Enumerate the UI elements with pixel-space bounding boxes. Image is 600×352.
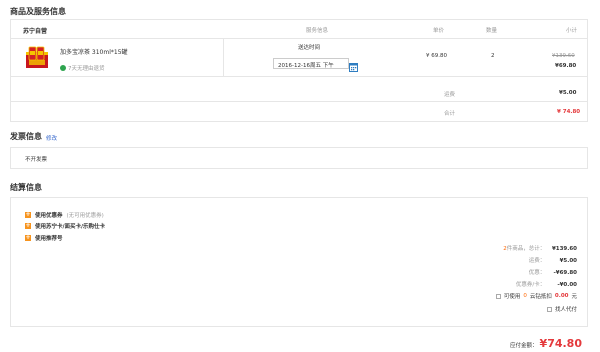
return-check-icon — [60, 65, 66, 71]
cloud-prefix: 可使用 — [503, 294, 521, 300]
shipping-label: 运费 — [444, 92, 456, 98]
unit-price: ¥ 69.80 — [426, 53, 447, 59]
original-subtotal: ¥139.60 — [552, 53, 575, 59]
return-policy-text: 7天无理由退货 — [68, 66, 105, 72]
product-name[interactable]: 加多宝凉茶 310ml*15罐 — [60, 47, 128, 56]
summary-goods-value: ¥139.60 — [551, 246, 577, 252]
delivery-date-field[interactable]: 2016-12-16周五 下午 — [273, 58, 349, 69]
card-option-label: 使用苏宁卡/面买卡/乐购仕卡 — [35, 224, 106, 230]
row-divider — [11, 38, 587, 39]
summary-shipping: 运费： ¥5.00 — [529, 256, 577, 264]
coupon-option[interactable]: + 使用优惠券 (无可用优惠券) — [25, 211, 104, 219]
cloud-diamond-checkbox[interactable] — [495, 293, 501, 299]
summary-coupon: 优惠券/卡： -¥0.00 — [516, 280, 577, 288]
calendar-icon[interactable] — [349, 58, 358, 72]
shipping-value: ¥5.00 — [559, 90, 577, 96]
payable-label: 应付金额： — [510, 343, 538, 349]
summary-discount: 优惠： -¥69.80 — [529, 268, 577, 276]
col-qty: 数量 — [486, 28, 498, 34]
settlement-section-title: 结算信息 — [10, 183, 42, 192]
seller-name: 苏宁自营 — [23, 28, 48, 35]
invoice-edit-link[interactable]: 修改 — [46, 134, 57, 142]
row-divider — [11, 101, 587, 102]
referral-option[interactable]: + 使用推荐号 — [25, 234, 63, 242]
cloud-count: 0 — [523, 293, 527, 299]
expand-plus-icon: + — [25, 234, 31, 241]
goods-table: 苏宁自营 服务信息 单价 数量 小计 加多宝凉茶 310ml*15罐 7天无理由… — [10, 19, 588, 122]
cloud-mid: 云钻抵扣 — [529, 294, 552, 300]
summary-discount-label: 优惠： — [528, 270, 546, 276]
cloud-value: 0.00 — [554, 293, 569, 299]
col-price: 单价 — [433, 28, 445, 34]
row-divider — [11, 76, 587, 77]
summary-goods-label: 件商品，总计： — [506, 246, 546, 252]
expand-plus-icon: + — [25, 211, 31, 218]
proxy-pay-label: 找人代付 — [554, 307, 577, 313]
cloud-diamond-row: 可使用 0 云钻抵扣 0.00 元 — [495, 292, 577, 300]
summary-shipping-value: ¥5.00 — [559, 258, 577, 264]
summary-coupon-value: -¥0.00 — [557, 282, 577, 288]
delivery-date-value: 2016-12-16周五 下午 — [278, 63, 334, 69]
invoice-box: 不开发票 — [10, 147, 588, 169]
payable-amount: 应付金额： ¥74.80 — [510, 337, 582, 350]
col-service: 服务信息 — [306, 28, 329, 34]
return-policy: 7天无理由退货 — [60, 64, 105, 72]
settlement-box: + 使用优惠券 (无可用优惠券) + 使用苏宁卡/面买卡/乐购仕卡 + 使用推荐… — [10, 197, 588, 327]
invoice-section-title: 发票信息 — [10, 132, 42, 141]
expand-plus-icon: + — [25, 222, 31, 229]
goods-section-title: 商品及服务信息 — [10, 7, 66, 16]
payable-value: ¥74.80 — [539, 337, 582, 350]
item-subtotal: ¥69.80 — [555, 63, 577, 69]
referral-option-label: 使用推荐号 — [35, 236, 63, 242]
cell-divider — [223, 39, 224, 76]
delivery-label: 送达时间 — [298, 45, 321, 51]
col-subtotal: 小计 — [566, 28, 578, 34]
total-value: ¥ 74.80 — [557, 109, 581, 115]
total-label: 合计 — [444, 111, 456, 117]
proxy-pay-checkbox[interactable] — [546, 306, 552, 312]
quantity: 2 — [491, 53, 495, 59]
cloud-suffix: 元 — [571, 294, 577, 300]
summary-coupon-label: 优惠券/卡： — [515, 282, 546, 288]
summary-discount-value: -¥69.80 — [553, 270, 577, 276]
coupon-option-note: (无可用优惠券) — [66, 213, 104, 219]
proxy-pay-row: 找人代付 — [546, 305, 577, 313]
invoice-value: 不开发票 — [25, 157, 48, 163]
product-image[interactable] — [25, 46, 51, 70]
coupon-option-label: 使用优惠券 — [35, 213, 63, 219]
summary-shipping-label: 运费： — [528, 258, 546, 264]
summary-goods: 2件商品，总计： ¥139.60 — [503, 244, 577, 252]
card-option[interactable]: + 使用苏宁卡/面买卡/乐购仕卡 — [25, 222, 105, 230]
